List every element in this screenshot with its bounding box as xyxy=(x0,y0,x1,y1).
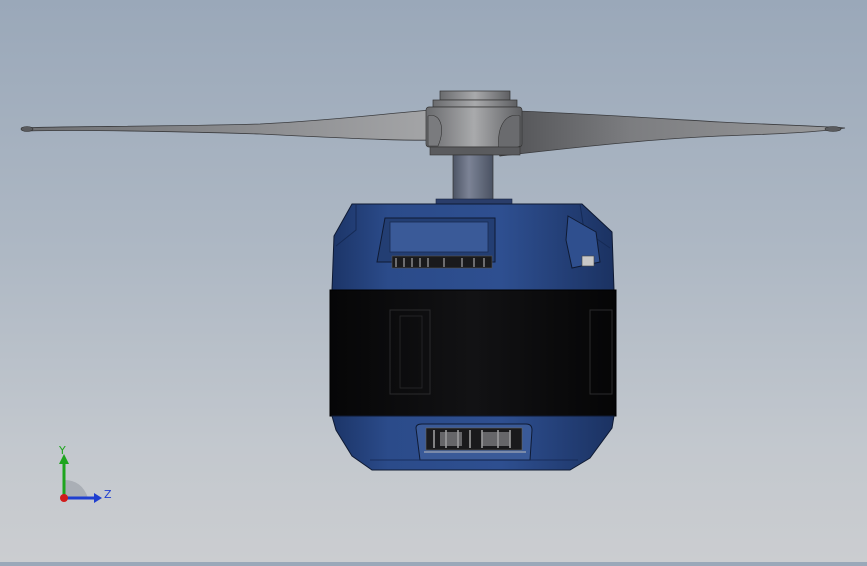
motor-shaft[interactable] xyxy=(452,154,494,201)
z-axis-label: Z xyxy=(104,488,112,501)
model-render[interactable] xyxy=(0,0,867,562)
motor-body[interactable] xyxy=(329,203,617,471)
y-axis-label: Y xyxy=(58,444,66,457)
orientation-triad[interactable]: Y Z xyxy=(50,440,120,510)
propeller-hub xyxy=(425,90,523,157)
propeller-blade-left[interactable] xyxy=(20,109,441,141)
propeller-blade-right[interactable] xyxy=(487,109,846,157)
cad-viewport[interactable]: Y Z xyxy=(0,0,867,562)
x-axis-dot xyxy=(60,494,68,502)
motor-stator-band xyxy=(329,289,617,417)
triad-plane xyxy=(64,480,88,498)
propeller[interactable] xyxy=(20,90,846,157)
